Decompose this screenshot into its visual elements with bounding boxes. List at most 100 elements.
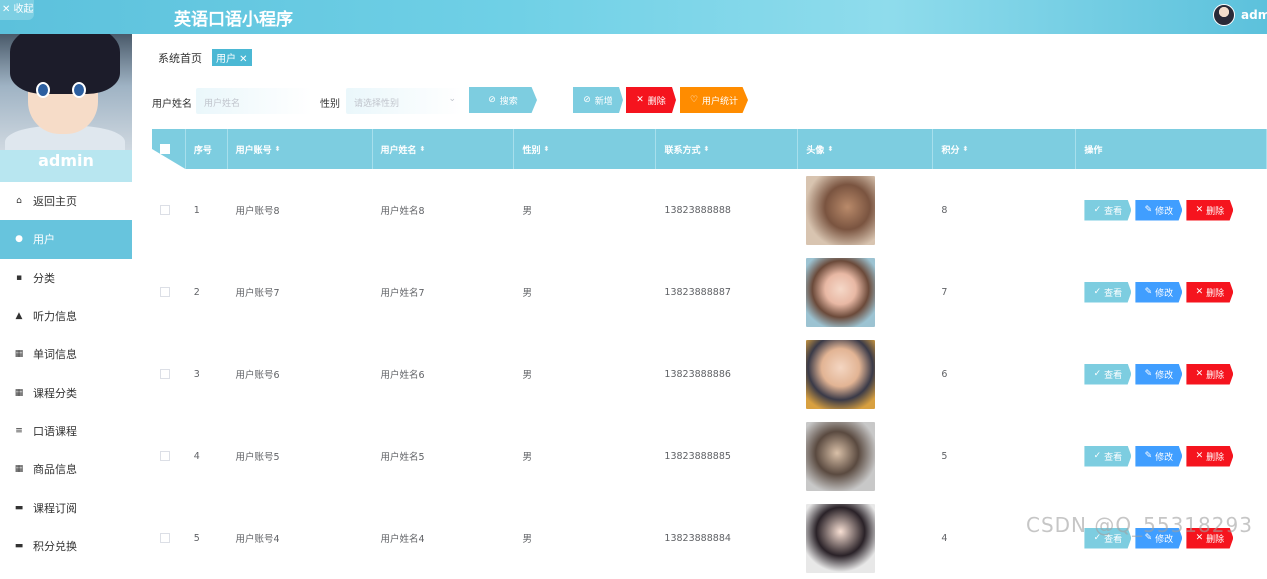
row-select-cell (152, 415, 186, 497)
user-avatar-image[interactable] (806, 257, 876, 327)
cell-index: 1 (193, 204, 200, 216)
row-checkbox[interactable] (160, 451, 170, 461)
view-button-label: 查看 (1104, 452, 1123, 463)
column-header[interactable]: 用户姓名 ⬍ (373, 129, 515, 169)
table-row[interactable]: 4 用户账号5 用户姓名5 男 13823888885 5 ✓ 查看 ✎ 修改 ✕ 删除 (152, 415, 1267, 497)
sidebar-item-2[interactable]: ▪ 分类 (0, 259, 132, 297)
table-row[interactable]: 2 用户账号7 用户姓名7 男 13823888887 7 ✓ 查看 ✎ 修改 ✕ 删除 (152, 251, 1267, 333)
doc-icon: ▬ (14, 502, 24, 513)
edit-button[interactable]: ✎ 修改 (1135, 445, 1183, 467)
cell-index: 4 (193, 450, 200, 462)
column-header[interactable]: 头像 ⬍ (798, 129, 934, 169)
column-header[interactable]: 性别 ⬍ (514, 129, 657, 169)
sidebar-item-7[interactable]: ▦ 商品信息 (0, 450, 132, 488)
watermark: CSDN @Q_55318293 (1026, 513, 1253, 537)
cell-name: 用户姓名6 (380, 370, 425, 381)
table-row[interactable]: 3 用户账号6 用户姓名6 男 13823888886 6 ✓ 查看 ✎ 修改 ✕ 删除 (152, 333, 1267, 415)
view-button[interactable]: ✓ 查看 (1084, 199, 1132, 221)
select-all-checkbox[interactable] (160, 144, 170, 154)
sidebar-item-label: 用户 (33, 233, 55, 247)
row-checkbox[interactable] (160, 533, 170, 543)
sidebar-item-label: 听力信息 (33, 310, 77, 324)
column-header[interactable]: 用户账号 ⬍ (228, 129, 373, 169)
batch-delete-button[interactable]: ✕ 删除 (626, 87, 676, 113)
close-icon: ✕ (1195, 451, 1204, 461)
user-stats-button[interactable]: ♡ 用户统计 (680, 87, 748, 113)
cell-phone: 13823888884 (664, 532, 731, 544)
app-title: 英语口语小程序 (174, 10, 293, 30)
edit-button-label: 修改 (1155, 206, 1174, 217)
delete-button-label: 删除 (1206, 288, 1225, 299)
user-avatar-image[interactable] (806, 503, 876, 573)
sidebar-item-6[interactable]: ≡ 口语课程 (0, 412, 132, 450)
user-avatar-image[interactable] (806, 175, 876, 245)
sort-icon[interactable]: ⬍ (827, 145, 833, 153)
view-button[interactable]: ✓ 查看 (1084, 281, 1132, 303)
collapse-sidebar-button[interactable]: ✕ 收起 (0, 0, 34, 20)
cell-name: 用户姓名8 (380, 206, 425, 217)
cell-actions: ✓ 查看 ✎ 修改 ✕ 删除 (1076, 333, 1267, 415)
view-button[interactable]: ✓ 查看 (1084, 445, 1132, 467)
user-avatar-image[interactable] (806, 339, 876, 409)
column-header[interactable]: 积分 ⬍ (933, 129, 1077, 169)
cell-account: 用户账号4 (235, 534, 280, 545)
column-header-label: 头像 (806, 145, 825, 156)
view-button[interactable]: ✓ 查看 (1084, 363, 1132, 385)
cell-name: 用户姓名5 (380, 452, 425, 463)
column-header: 操作 (1076, 129, 1267, 169)
sidebar-item-3[interactable]: ▲ 听力信息 (0, 297, 132, 335)
user-avatar-image[interactable] (806, 421, 876, 491)
batch-delete-label: 删除 (647, 96, 666, 107)
edit-button-label: 修改 (1155, 370, 1174, 381)
name-search-input[interactable]: 用户姓名 (196, 88, 312, 114)
column-header-label: 积分 (941, 145, 960, 156)
gender-select[interactable]: 请选择性别 ⌄ (346, 88, 462, 114)
header-avatar[interactable] (1213, 4, 1235, 26)
delete-button[interactable]: ✕ 删除 (1186, 445, 1234, 467)
row-checkbox[interactable] (160, 369, 170, 379)
header-user-name[interactable]: admin (1241, 8, 1267, 22)
edit-button-label: 修改 (1155, 452, 1174, 463)
table-row[interactable]: 1 用户账号8 用户姓名8 男 13823888888 8 ✓ 查看 ✎ 修改 ✕ 删除 (152, 169, 1267, 251)
sort-icon[interactable]: ⬍ (275, 145, 281, 153)
row-select-cell (152, 497, 186, 579)
header-user-menu[interactable]: admin (1213, 3, 1267, 27)
user-pin-icon: ● (15, 234, 23, 245)
delete-button[interactable]: ✕ 删除 (1186, 363, 1234, 385)
gender-filter-label: 性别 (320, 99, 340, 110)
delete-button-label: 删除 (1206, 370, 1225, 381)
cell-points: 7 (941, 286, 948, 298)
column-header-label: 性别 (522, 145, 541, 156)
sidebar-item-1[interactable]: ● 用户 (0, 220, 132, 259)
breadcrumb-home[interactable]: 系统首页 (158, 50, 202, 66)
search-button[interactable]: ⊘ 搜索 (469, 87, 537, 113)
check-icon: ✓ (1093, 287, 1102, 297)
view-button-label: 查看 (1104, 288, 1123, 299)
view-button-label: 查看 (1104, 206, 1123, 217)
sidebar-item-8[interactable]: ▬ 课程订阅 (0, 488, 132, 526)
view-button-label: 查看 (1104, 370, 1123, 381)
close-icon: ✕ (636, 95, 644, 105)
delete-button[interactable]: ✕ 删除 (1186, 199, 1234, 221)
cell-account: 用户账号8 (235, 206, 280, 217)
sidebar-item-4[interactable]: ▦ 单词信息 (0, 335, 132, 373)
cell-index: 3 (193, 368, 200, 380)
delete-button[interactable]: ✕ 删除 (1186, 281, 1234, 303)
column-header[interactable]: 联系方式 ⬍ (656, 129, 799, 169)
sort-icon[interactable]: ⬍ (420, 145, 426, 153)
row-select-cell (152, 169, 186, 251)
grid-icon: ▦ (14, 349, 24, 360)
edit-button[interactable]: ✎ 修改 (1135, 199, 1183, 221)
breadcrumb-current-tag[interactable]: 用户 ✕ (212, 49, 252, 66)
add-button[interactable]: ⊘ 新增 (573, 87, 623, 113)
row-checkbox[interactable] (160, 205, 170, 215)
sort-icon[interactable]: ⬍ (962, 145, 968, 153)
edit-button[interactable]: ✎ 修改 (1135, 363, 1183, 385)
table-row[interactable]: 5 用户账号4 用户姓名4 男 13823888884 4 ✓ 查看 ✎ 修改 ✕ 删除 (152, 497, 1267, 579)
sidebar-item-5[interactable]: ▦ 课程分类 (0, 373, 132, 411)
sidebar-item-0[interactable]: ⌂ 返回主页 (0, 182, 132, 220)
row-checkbox[interactable] (160, 287, 170, 297)
sort-icon[interactable]: ⬍ (544, 145, 550, 153)
edit-button[interactable]: ✎ 修改 (1135, 281, 1183, 303)
sort-icon[interactable]: ⬍ (703, 145, 709, 153)
